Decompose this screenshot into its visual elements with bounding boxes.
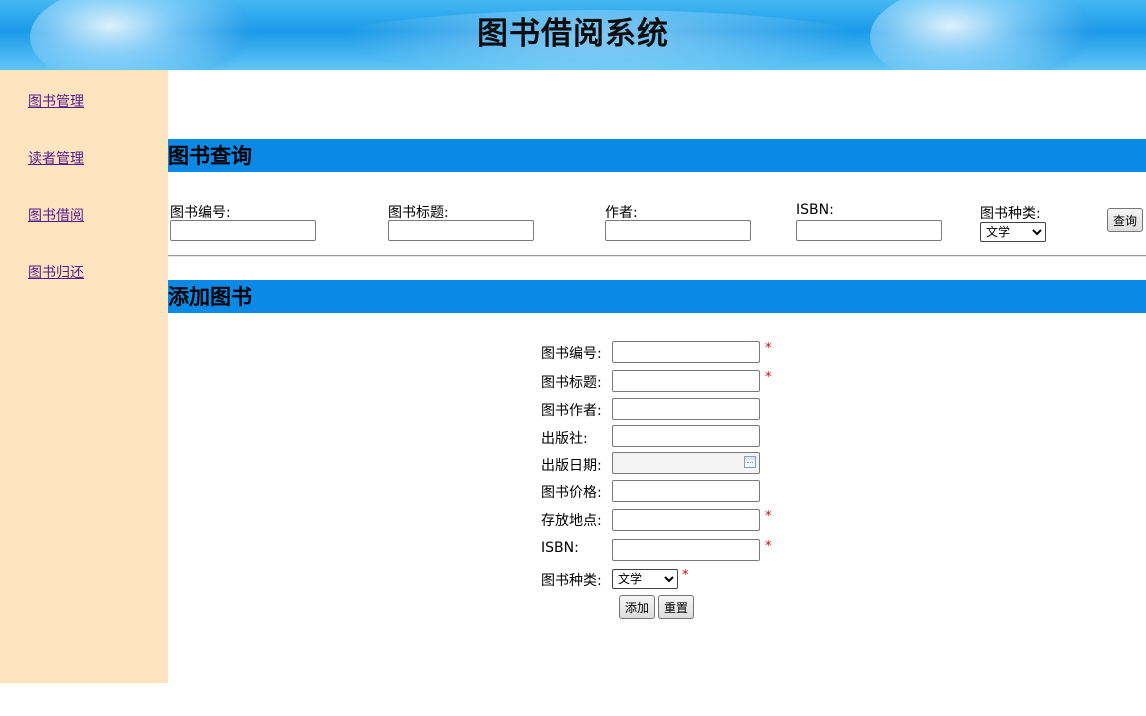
header-banner: 图书借阅系统 [0,0,1146,70]
sidebar-item-book-borrow[interactable]: 图书借阅 [28,205,84,225]
search-book-title-label: 图书标题: [388,205,449,221]
required-mark: * [765,509,772,524]
add-publisher-input[interactable] [612,425,760,447]
required-mark: * [682,568,689,583]
reset-button[interactable]: 重置 [658,595,694,619]
add-book-title-input[interactable] [612,370,760,392]
search-book-title-input[interactable] [388,220,534,241]
required-mark: * [765,341,772,356]
sidebar: 图书管理 读者管理 图书借阅 图书归还 [0,70,168,683]
add-location-label: 存放地点: [541,513,602,529]
add-book-id-label: 图书编号: [541,346,602,362]
add-isbn-input[interactable] [612,539,760,561]
search-isbn-label: ISBN: [796,202,834,218]
add-category-select[interactable]: 文学 [612,569,678,589]
query-button[interactable]: 查询 [1107,208,1143,232]
add-publisher-label: 出版社: [541,431,588,447]
sidebar-item-book-return[interactable]: 图书归还 [28,262,84,282]
app-title: 图书借阅系统 [477,16,669,52]
required-mark: * [765,370,772,385]
add-book-price-label: 图书价格: [541,485,602,501]
sidebar-item-reader-management[interactable]: 读者管理 [28,148,84,168]
search-category-label: 图书种类: [980,206,1041,222]
search-book-id-label: 图书编号: [170,205,231,221]
add-section-title: 添加图书 [168,280,1146,313]
sidebar-item-book-management[interactable]: 图书管理 [28,91,84,111]
section-divider [168,255,1146,257]
add-publish-date-input[interactable] [612,452,760,474]
search-author-input[interactable] [605,220,751,241]
search-book-id-input[interactable] [170,220,316,241]
calendar-icon[interactable] [744,456,756,468]
search-category-select[interactable]: 文学 [980,222,1046,242]
add-button[interactable]: 添加 [619,595,655,619]
search-author-label: 作者: [605,205,638,221]
add-book-price-input[interactable] [612,480,760,502]
required-mark: * [765,539,772,554]
add-location-input[interactable] [612,509,760,531]
add-category-label: 图书种类: [541,573,602,589]
search-isbn-input[interactable] [796,220,942,241]
add-isbn-label: ISBN: [541,540,579,556]
search-section-title: 图书查询 [168,139,1146,172]
add-book-author-input[interactable] [612,398,760,420]
add-book-id-input[interactable] [612,341,760,363]
add-book-title-label: 图书标题: [541,375,602,391]
add-publish-date-label: 出版日期: [541,458,602,474]
add-book-author-label: 图书作者: [541,403,602,419]
